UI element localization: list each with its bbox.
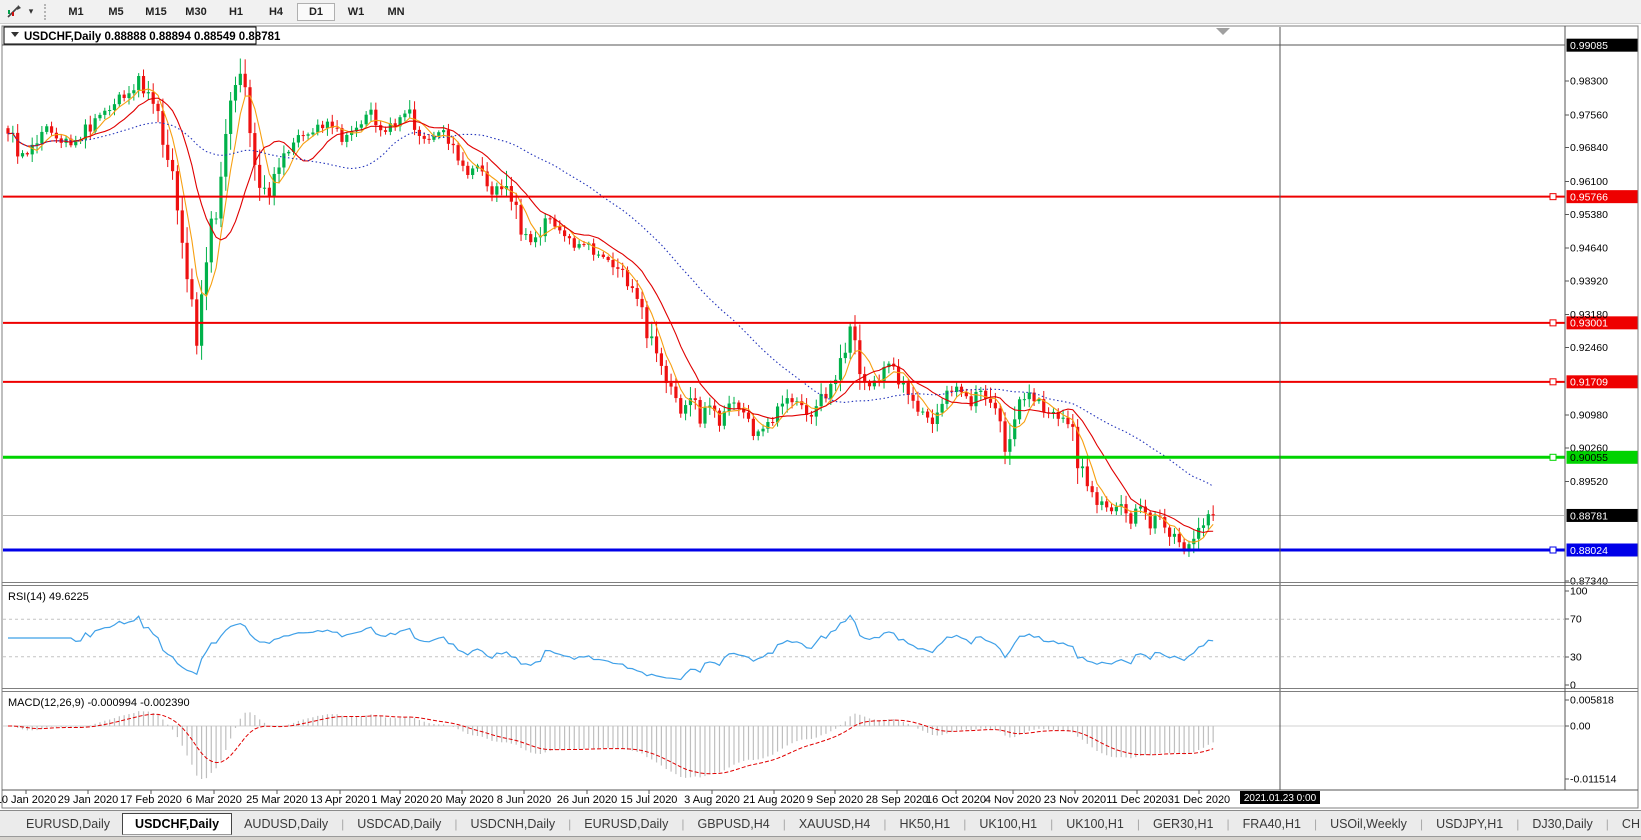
price-tick-label: 0.98300 — [1570, 76, 1608, 88]
timeframe-button-M15[interactable]: M15 — [137, 3, 175, 21]
date-label: 17 Feb 2020 — [120, 794, 182, 806]
tab-10-uk100-h1[interactable]: UK100,H1 — [1054, 814, 1136, 834]
svg-text:0.95766: 0.95766 — [1570, 191, 1608, 203]
tab-9-uk100-h1[interactable]: UK100,H1 — [967, 814, 1049, 834]
date-label: 10 Jan 2020 — [0, 794, 56, 806]
date-label: 28 Sep 2020 — [866, 794, 928, 806]
svg-text:2021.01.23 0:00: 2021.01.23 0:00 — [1244, 793, 1317, 804]
toolbar-grip[interactable] — [44, 3, 46, 20]
svg-text:0.88024: 0.88024 — [1570, 545, 1608, 557]
tab-4-usdcnh-daily[interactable]: USDCNH,Daily — [458, 814, 567, 834]
price-tick-label: 0.89520 — [1570, 476, 1608, 488]
top-toolbar: ▾ M1 M5 M15 M30 H1 H4 D1 W1 MN — [0, 0, 1641, 24]
chart-canvas[interactable]: 0.957660.930010.917090.900550.880240.887… — [0, 24, 1641, 810]
macd-tick-label: 0.005818 — [1570, 695, 1614, 707]
date-label: 4 Nov 2020 — [985, 794, 1041, 806]
tab-14-usdjpy-h1[interactable]: USDJPY,H1 — [1424, 814, 1515, 834]
rsi-tick-label: 100 — [1570, 586, 1588, 598]
macd-tick-label: 0.00 — [1570, 721, 1591, 733]
date-label: 25 Mar 2020 — [246, 794, 308, 806]
date-label: 23 Nov 2020 — [1044, 794, 1106, 806]
crosshair-price-label: 0.99085 — [1566, 38, 1638, 52]
date-label: 26 Jun 2020 — [557, 794, 618, 806]
timeframe-button-H4[interactable]: H4 — [257, 3, 295, 21]
rsi-tick-label: 30 — [1570, 651, 1582, 663]
timeframe-button-MN[interactable]: MN — [377, 3, 415, 21]
tool-dropdown-caret[interactable]: ▾ — [24, 6, 38, 17]
taskbar-strip — [0, 836, 1641, 840]
price-tick-label: 0.90980 — [1570, 410, 1608, 422]
date-label: 3 Aug 2020 — [684, 794, 740, 806]
tab-7-xauusd-h4[interactable]: XAUUSD,H4 — [787, 814, 883, 834]
timeframe-button-M1[interactable]: M1 — [57, 3, 95, 21]
date-label: 8 Jun 2020 — [497, 794, 551, 806]
tab-2-audusd-daily[interactable]: AUDUSD,Daily — [232, 814, 340, 834]
macd-label: MACD(12,26,9) -0.000994 -0.002390 — [8, 697, 190, 709]
date-label: 20 May 2020 — [430, 794, 494, 806]
price-tick-label: 0.90260 — [1570, 442, 1608, 454]
chart-title-box[interactable]: USDCHF,Daily 0.88888 0.88894 0.88549 0.8… — [3, 26, 281, 45]
date-label: 1 May 2020 — [371, 794, 428, 806]
macd-tick-label: -0.011514 — [1570, 774, 1617, 786]
price-tick-label: 0.97560 — [1570, 109, 1608, 121]
price-tick-label: 0.93180 — [1570, 309, 1608, 321]
rsi-label: RSI(14) 49.6225 — [8, 591, 89, 603]
tab-15-dj30-daily[interactable]: DJ30,Daily — [1520, 814, 1604, 834]
timeframe-button-D1[interactable]: D1 — [297, 2, 335, 21]
rsi-tick-label: 70 — [1570, 614, 1582, 626]
date-label: 21 Aug 2020 — [743, 794, 805, 806]
date-label: 15 Jul 2020 — [621, 794, 678, 806]
price-tick-label: 0.94640 — [1570, 243, 1608, 255]
tab-13-usoil-weekly[interactable]: USOil,Weekly — [1318, 814, 1419, 834]
price-tick-label: 0.92460 — [1570, 342, 1608, 354]
tab-11-ger30-h1[interactable]: GER30,H1 — [1141, 814, 1225, 834]
svg-text:0.88781: 0.88781 — [1570, 510, 1608, 522]
chart-tool-icon[interactable] — [4, 3, 24, 21]
date-label: 29 Jan 2020 — [58, 794, 119, 806]
tab-3-usdcad-daily[interactable]: USDCAD,Daily — [345, 814, 453, 834]
price-tick-label: 0.96840 — [1570, 142, 1608, 154]
date-label: 9 Sep 2020 — [807, 794, 863, 806]
date-label: 13 Apr 2020 — [310, 794, 369, 806]
svg-text:0.99085: 0.99085 — [1570, 40, 1608, 52]
tab-5-eurusd-daily[interactable]: EURUSD,Daily — [572, 814, 680, 834]
tab-16-china300-h1[interactable]: CHINA300,H1 — [1610, 814, 1641, 834]
chart-title: USDCHF,Daily 0.88888 0.88894 0.88549 0.8… — [24, 31, 281, 43]
chart-tabbar: EURUSD,Daily USDCHF,Daily AUDUSD,Daily | USD… — [0, 810, 1641, 836]
timeframe-button-M30[interactable]: M30 — [177, 3, 215, 21]
tab-12-fra40-h1[interactable]: FRA40,H1 — [1231, 814, 1313, 834]
date-label: 16 Oct 2020 — [926, 794, 986, 806]
tab-1-usdchf-daily[interactable]: USDCHF,Daily — [122, 812, 233, 835]
timeframe-button-H1[interactable]: H1 — [217, 3, 255, 21]
chart-tabs: EURUSD,Daily USDCHF,Daily AUDUSD,Daily | USD… — [14, 812, 1641, 836]
date-label: 31 Dec 2020 — [1168, 794, 1230, 806]
price-tick-label: 0.96100 — [1570, 176, 1608, 188]
date-label: 6 Mar 2020 — [186, 794, 242, 806]
date-label: 11 Dec 2020 — [1106, 794, 1168, 806]
rsi-tick-label: 0 — [1570, 680, 1576, 692]
tab-8-hk50-h1[interactable]: HK50,H1 — [888, 814, 963, 834]
chart-window-border — [1, 25, 1639, 809]
timeframe-button-M5[interactable]: M5 — [97, 3, 135, 21]
tab-6-gbpusd-h4[interactable]: GBPUSD,H4 — [685, 814, 781, 834]
current-price-label: 0.88781 — [1566, 508, 1638, 522]
timeframe-button-group: M1 M5 M15 M30 H1 H4 D1 W1 MN — [56, 2, 416, 21]
svg-text:0.91709: 0.91709 — [1570, 377, 1608, 389]
price-tick-label: 0.95380 — [1570, 209, 1608, 221]
timeframe-button-W1[interactable]: W1 — [337, 3, 375, 21]
tab-0-eurusd-daily[interactable]: EURUSD,Daily — [14, 814, 122, 834]
price-tick-label: 0.93920 — [1570, 275, 1608, 287]
crosshair-date-label: 2021.01.23 0:00 — [1240, 791, 1320, 804]
